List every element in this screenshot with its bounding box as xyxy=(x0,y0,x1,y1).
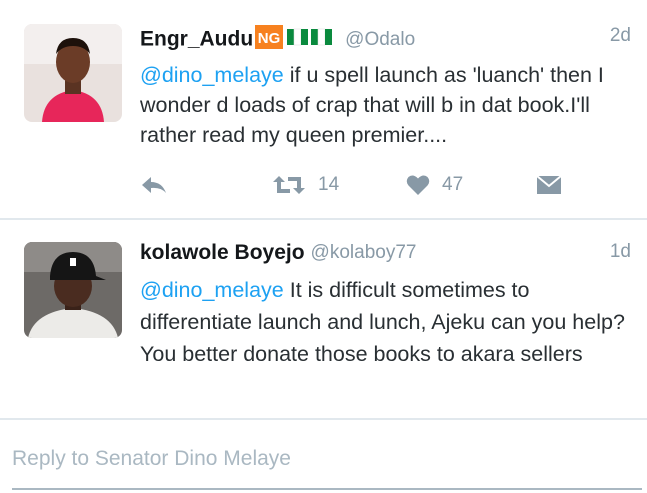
tweet-header: Engr_Audu NG @Odalo 2d xyxy=(140,25,631,55)
badge-label: NG xyxy=(258,30,281,47)
reply-button[interactable] xyxy=(140,170,168,200)
envelope-icon xyxy=(536,175,562,194)
tweet[interactable]: kolawole Boyejo @kolaboy77 1d @dino_melay… xyxy=(0,220,647,418)
ng-badge: NG xyxy=(255,25,339,54)
like-button[interactable]: 47 xyxy=(406,170,463,200)
display-name[interactable]: kolawole Boyejo xyxy=(140,241,305,264)
tweet-divider xyxy=(0,418,647,420)
user-handle[interactable]: @Odalo xyxy=(345,29,415,50)
avatar-photo xyxy=(24,24,122,122)
retweet-icon xyxy=(273,176,305,194)
timestamp[interactable]: 2d xyxy=(610,25,631,47)
display-name[interactable]: Engr_Audu xyxy=(140,28,253,51)
retweet-count: 14 xyxy=(318,174,340,195)
direct-message-button[interactable] xyxy=(536,170,562,200)
reply-icon xyxy=(142,177,166,193)
mention-link[interactable]: @dino_melaye xyxy=(140,278,284,302)
tweet-text: @dino_melaye It is difficult sometimes t… xyxy=(140,274,633,370)
like-count: 47 xyxy=(442,174,464,195)
nigeria-flag-icon: NG xyxy=(255,25,333,49)
tweet-header: kolawole Boyejo @kolaboy77 1d xyxy=(140,241,631,271)
reply-input-underline xyxy=(12,488,642,490)
reply-input[interactable]: Reply to Senator Dino Melaye xyxy=(12,447,291,471)
mention-link[interactable]: @dino_melaye xyxy=(140,63,284,87)
avatar[interactable] xyxy=(24,24,122,122)
heart-icon xyxy=(406,175,430,195)
tweet-actions: 14 47 xyxy=(140,170,580,200)
user-handle[interactable]: @kolaboy77 xyxy=(311,242,417,263)
retweet-button[interactable]: 14 xyxy=(272,170,339,200)
timestamp[interactable]: 1d xyxy=(610,241,631,263)
avatar-photo xyxy=(24,242,122,338)
tweet-text: @dino_melaye if u spell launch as 'luanc… xyxy=(140,60,633,150)
tweet[interactable]: Engr_Audu NG @Odalo 2d @dino_melaye if u… xyxy=(0,0,647,218)
avatar[interactable] xyxy=(24,242,122,338)
